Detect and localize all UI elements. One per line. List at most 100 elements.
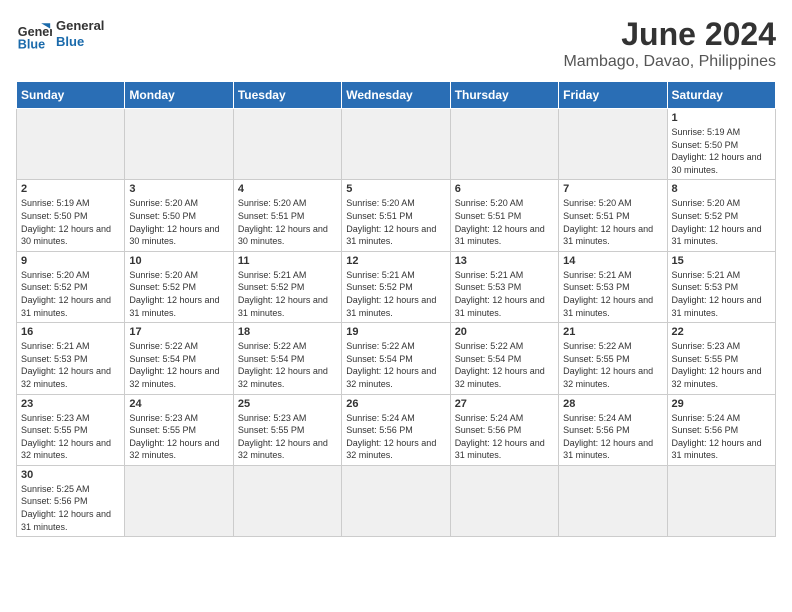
calendar-header-cell: Sunday — [17, 82, 125, 109]
calendar-table: SundayMondayTuesdayWednesdayThursdayFrid… — [16, 81, 776, 537]
day-info: Sunrise: 5:23 AM Sunset: 5:55 PM Dayligh… — [672, 340, 771, 390]
calendar-row: 30 Sunrise: 5:25 AM Sunset: 5:56 PM Dayli… — [17, 465, 776, 536]
day-info: Sunrise: 5:23 AM Sunset: 5:55 PM Dayligh… — [129, 412, 228, 462]
day-number: 15 — [672, 255, 771, 267]
day-info: Sunrise: 5:23 AM Sunset: 5:55 PM Dayligh… — [21, 412, 120, 462]
day-info: Sunrise: 5:22 AM Sunset: 5:54 PM Dayligh… — [238, 340, 337, 390]
calendar-cell: 18Sunrise: 5:22 AM Sunset: 5:54 PM Dayli… — [233, 323, 341, 394]
day-info: Sunrise: 5:21 AM Sunset: 5:53 PM Dayligh… — [21, 340, 120, 390]
day-number: 5 — [346, 183, 445, 195]
page-header: General Blue General Blue June 2024 Mamb… — [16, 16, 776, 71]
day-info: Sunrise: 5:20 AM Sunset: 5:51 PM Dayligh… — [563, 197, 662, 247]
logo: General Blue General Blue — [16, 16, 104, 52]
calendar-cell: 29Sunrise: 5:24 AM Sunset: 5:56 PM Dayli… — [667, 394, 775, 465]
logo-icon: General Blue — [16, 16, 52, 52]
calendar-cell: 30 Sunrise: 5:25 AM Sunset: 5:56 PM Dayli… — [17, 465, 125, 536]
day-info: Sunrise: 5:21 AM Sunset: 5:53 PM Dayligh… — [672, 269, 771, 319]
day-info: Sunrise: 5:20 AM Sunset: 5:52 PM Dayligh… — [129, 269, 228, 319]
day-info: Sunrise: 5:20 AM Sunset: 5:52 PM Dayligh… — [21, 269, 120, 319]
svg-text:Blue: Blue — [18, 37, 45, 51]
calendar-cell — [667, 465, 775, 536]
calendar-cell: 26 Sunrise: 5:24 AM Sunset: 5:56 PM Dayli… — [342, 394, 450, 465]
day-number: 26 — [346, 398, 445, 410]
day-info: Sunrise: 5:21 AM Sunset: 5:52 PM Dayligh… — [238, 269, 337, 319]
calendar-header-cell: Saturday — [667, 82, 775, 109]
day-number: 22 — [672, 326, 771, 338]
calendar-cell: 4Sunrise: 5:20 AM Sunset: 5:51 PM Daylig… — [233, 180, 341, 251]
calendar-title: June 2024 — [563, 16, 776, 53]
day-number: 9 — [21, 255, 120, 267]
day-number: 6 — [455, 183, 554, 195]
day-info: Sunrise: 5:19 AM Sunset: 5:50 PM Dayligh… — [21, 197, 120, 247]
calendar-cell: 11Sunrise: 5:21 AM Sunset: 5:52 PM Dayli… — [233, 251, 341, 322]
calendar-cell: 12Sunrise: 5:21 AM Sunset: 5:52 PM Dayli… — [342, 251, 450, 322]
calendar-cell: 19Sunrise: 5:22 AM Sunset: 5:54 PM Dayli… — [342, 323, 450, 394]
day-info: Sunrise: 5:24 AM Sunset: 5:56 PM Dayligh… — [346, 412, 445, 462]
calendar-row: 1 Sunrise: 5:19 AM Sunset: 5:50 PM Daylig… — [17, 109, 776, 180]
calendar-cell: 15 Sunrise: 5:21 AM Sunset: 5:53 PM Dayli… — [667, 251, 775, 322]
calendar-cell: 2Sunrise: 5:19 AM Sunset: 5:50 PM Daylig… — [17, 180, 125, 251]
day-number: 17 — [129, 326, 228, 338]
calendar-row: 9 Sunrise: 5:20 AM Sunset: 5:52 PM Daylig… — [17, 251, 776, 322]
calendar-row: 16Sunrise: 5:21 AM Sunset: 5:53 PM Dayli… — [17, 323, 776, 394]
calendar-cell: 20Sunrise: 5:22 AM Sunset: 5:54 PM Dayli… — [450, 323, 558, 394]
title-block: June 2024 Mambago, Davao, Philippines — [563, 16, 776, 71]
calendar-row: 23 Sunrise: 5:23 AM Sunset: 5:55 PM Dayli… — [17, 394, 776, 465]
calendar-cell: 14 Sunrise: 5:21 AM Sunset: 5:53 PM Dayli… — [559, 251, 667, 322]
calendar-cell: 8Sunrise: 5:20 AM Sunset: 5:52 PM Daylig… — [667, 180, 775, 251]
day-info: Sunrise: 5:19 AM Sunset: 5:50 PM Dayligh… — [672, 126, 771, 176]
calendar-cell: 6 Sunrise: 5:20 AM Sunset: 5:51 PM Daylig… — [450, 180, 558, 251]
calendar-row: 2Sunrise: 5:19 AM Sunset: 5:50 PM Daylig… — [17, 180, 776, 251]
day-info: Sunrise: 5:21 AM Sunset: 5:53 PM Dayligh… — [563, 269, 662, 319]
day-info: Sunrise: 5:20 AM Sunset: 5:51 PM Dayligh… — [455, 197, 554, 247]
calendar-header-row: SundayMondayTuesdayWednesdayThursdayFrid… — [17, 82, 776, 109]
day-number: 25 — [238, 398, 337, 410]
calendar-cell — [233, 465, 341, 536]
day-number: 14 — [563, 255, 662, 267]
day-number: 30 — [21, 469, 120, 481]
day-info: Sunrise: 5:22 AM Sunset: 5:55 PM Dayligh… — [563, 340, 662, 390]
day-number: 7 — [563, 183, 662, 195]
day-info: Sunrise: 5:23 AM Sunset: 5:55 PM Dayligh… — [238, 412, 337, 462]
calendar-cell — [559, 109, 667, 180]
calendar-cell: 5Sunrise: 5:20 AM Sunset: 5:51 PM Daylig… — [342, 180, 450, 251]
calendar-cell: 21 Sunrise: 5:22 AM Sunset: 5:55 PM Dayli… — [559, 323, 667, 394]
calendar-cell — [125, 109, 233, 180]
calendar-cell — [17, 109, 125, 180]
calendar-cell: 7 Sunrise: 5:20 AM Sunset: 5:51 PM Daylig… — [559, 180, 667, 251]
day-info: Sunrise: 5:25 AM Sunset: 5:56 PM Dayligh… — [21, 483, 120, 533]
day-info: Sunrise: 5:20 AM Sunset: 5:50 PM Dayligh… — [129, 197, 228, 247]
logo-general-text: General — [56, 18, 104, 34]
day-number: 23 — [21, 398, 120, 410]
day-number: 29 — [672, 398, 771, 410]
calendar-header-cell: Monday — [125, 82, 233, 109]
calendar-header-cell: Tuesday — [233, 82, 341, 109]
calendar-cell — [125, 465, 233, 536]
calendar-cell: 25 Sunrise: 5:23 AM Sunset: 5:55 PM Dayli… — [233, 394, 341, 465]
day-info: Sunrise: 5:24 AM Sunset: 5:56 PM Dayligh… — [563, 412, 662, 462]
day-number: 28 — [563, 398, 662, 410]
day-number: 3 — [129, 183, 228, 195]
calendar-header-cell: Wednesday — [342, 82, 450, 109]
day-info: Sunrise: 5:22 AM Sunset: 5:54 PM Dayligh… — [129, 340, 228, 390]
calendar-cell: 28 Sunrise: 5:24 AM Sunset: 5:56 PM Dayli… — [559, 394, 667, 465]
calendar-header-cell: Thursday — [450, 82, 558, 109]
day-number: 21 — [563, 326, 662, 338]
calendar-cell — [450, 109, 558, 180]
day-info: Sunrise: 5:21 AM Sunset: 5:52 PM Dayligh… — [346, 269, 445, 319]
day-number: 19 — [346, 326, 445, 338]
calendar-cell: 13Sunrise: 5:21 AM Sunset: 5:53 PM Dayli… — [450, 251, 558, 322]
day-number: 24 — [129, 398, 228, 410]
calendar-body: 1 Sunrise: 5:19 AM Sunset: 5:50 PM Daylig… — [17, 109, 776, 537]
calendar-cell: 24 Sunrise: 5:23 AM Sunset: 5:55 PM Dayli… — [125, 394, 233, 465]
calendar-subtitle: Mambago, Davao, Philippines — [563, 53, 776, 71]
day-number: 10 — [129, 255, 228, 267]
day-number: 20 — [455, 326, 554, 338]
calendar-cell: 10 Sunrise: 5:20 AM Sunset: 5:52 PM Dayli… — [125, 251, 233, 322]
calendar-cell — [450, 465, 558, 536]
calendar-header-cell: Friday — [559, 82, 667, 109]
calendar-cell: 23 Sunrise: 5:23 AM Sunset: 5:55 PM Dayli… — [17, 394, 125, 465]
day-number: 13 — [455, 255, 554, 267]
day-number: 1 — [672, 112, 771, 124]
calendar-cell: 1 Sunrise: 5:19 AM Sunset: 5:50 PM Daylig… — [667, 109, 775, 180]
